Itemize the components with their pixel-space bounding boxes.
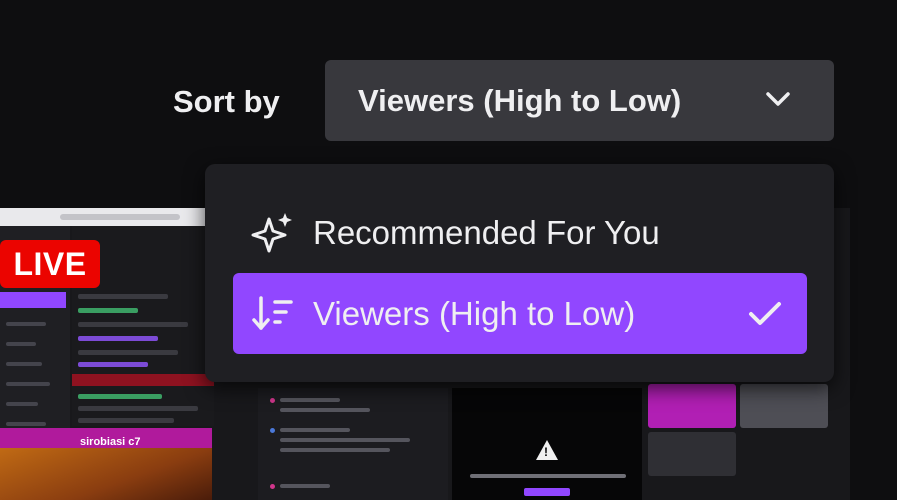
thumbnail-tile [740, 384, 828, 428]
warning-icon [536, 440, 558, 460]
sort-dropdown[interactable]: Viewers (High to Low) [325, 60, 834, 141]
thumbnail-webcam [0, 448, 212, 500]
thumbnail-browser-bar [0, 208, 215, 226]
sparkle-icon [251, 213, 292, 253]
thumbnail-tile [648, 384, 736, 428]
thumbnail-feed [258, 388, 448, 500]
sort-by-label: Sort by [173, 84, 280, 119]
chevron-down-icon [766, 92, 790, 106]
menu-item-recommended[interactable]: Recommended For You [233, 192, 807, 273]
menu-item-label: Recommended For You [313, 214, 660, 251]
sort-menu: Recommended For You Viewers (High to Low… [205, 164, 834, 382]
sort-selected-value: Viewers (High to Low) [358, 83, 682, 118]
live-badge: LIVE [0, 240, 100, 288]
checkmark-icon [749, 302, 781, 325]
thumbnail-tile [648, 432, 736, 476]
thumbnail-video-warning [452, 388, 642, 500]
thumbnail-overlay-text: sirobiasi c7 [80, 436, 141, 448]
menu-item-viewers-high-to-low[interactable]: Viewers (High to Low) [233, 273, 807, 354]
menu-item-label: Viewers (High to Low) [313, 295, 636, 332]
browse-page: sirobiasi c7 LIVE Sort by Viewers (High … [0, 0, 897, 500]
sort-descending-icon [252, 296, 293, 330]
